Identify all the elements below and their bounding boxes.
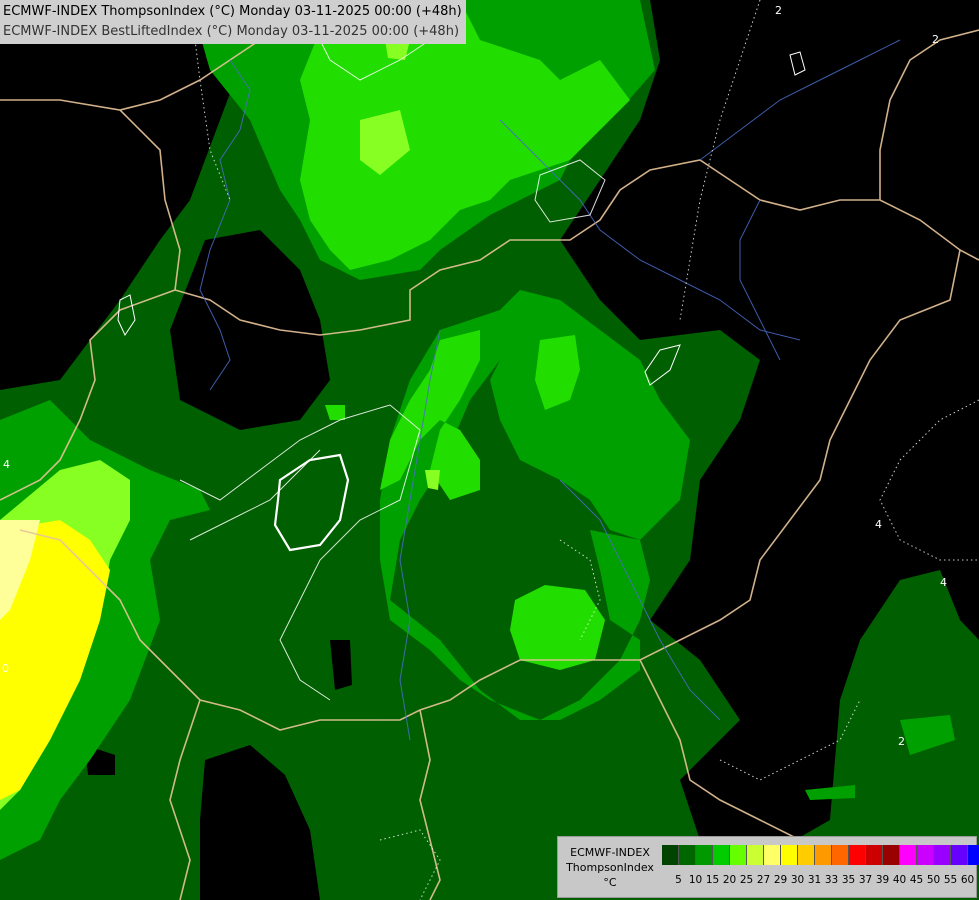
legend-tick-label: 25 [739, 874, 754, 886]
legend-label: ECMWF-INDEX ThompsonIndex °C [562, 845, 658, 890]
forecast-map-view: 4 2 0 2 4 4 2 ECMWF-INDEX ThompsonIndex … [0, 0, 979, 900]
legend-swatch [679, 845, 696, 865]
legend-tick-label: 15 [705, 874, 720, 886]
legend-tick-label: 37 [858, 874, 873, 886]
map-title-line-1: ECMWF-INDEX ThompsonIndex (°C) Monday 03… [3, 4, 462, 19]
legend-tick-label: 20 [722, 874, 737, 886]
legend-tick-label: 33 [824, 874, 839, 886]
legend-swatch [968, 845, 979, 865]
legend-tick-label: 55 [943, 874, 958, 886]
legend-swatch [713, 845, 730, 865]
legend-tick-label: 27 [756, 874, 771, 886]
legend-swatch [900, 845, 917, 865]
contour-label: 4 [875, 518, 882, 531]
legend-swatch [730, 845, 747, 865]
contour-label: 2 [898, 735, 905, 748]
legend-swatch [662, 845, 679, 865]
color-legend: ECMWF-INDEX ThompsonIndex °C 5 10 15 20 25 27… [557, 836, 979, 898]
legend-unit: °C [603, 876, 617, 889]
legend-swatch [815, 845, 832, 865]
contour-label: 2 [775, 4, 782, 17]
legend-tick-label: 35 [841, 874, 856, 886]
legend-swatch [849, 845, 866, 865]
legend-swatch [747, 845, 764, 865]
legend-tick-label: 31 [807, 874, 822, 886]
legend-tick-label: 60 [960, 874, 975, 886]
legend-tick-label: 50 [926, 874, 941, 886]
legend-swatch [832, 845, 849, 865]
contour-label: 2 [932, 33, 939, 46]
map-title-box: ECMWF-INDEX ThompsonIndex (°C) Monday 03… [0, 0, 466, 44]
legend-swatch [798, 845, 815, 865]
legend-tick-label: 40 [892, 874, 907, 886]
legend-tick-label: 10 [688, 874, 703, 886]
legend-model: ECMWF-INDEX [570, 846, 650, 859]
contour-label: 0 [2, 662, 9, 675]
legend-swatch [883, 845, 900, 865]
legend-ticks: 5 10 15 20 25 27 29 30 31 33 35 37 39 40 45 50 55 60 [662, 874, 974, 886]
contour-label: 4 [940, 576, 947, 589]
legend-parameter: ThompsonIndex [566, 861, 654, 874]
legend-swatch [781, 845, 798, 865]
legend-swatch [764, 845, 781, 865]
legend-color-bar [662, 845, 979, 865]
legend-swatch [934, 845, 951, 865]
legend-tick-label: 39 [875, 874, 890, 886]
legend-swatch [696, 845, 713, 865]
legend-swatch [866, 845, 883, 865]
legend-swatch [917, 845, 934, 865]
legend-tick-label: 45 [909, 874, 924, 886]
legend-tick-label: 30 [790, 874, 805, 886]
legend-tick-label: 5 [675, 874, 682, 886]
map-title-line-2: ECMWF-INDEX BestLiftedIndex (°C) Monday … [3, 24, 460, 39]
forecast-map: 4 2 0 2 4 4 2 [0, 0, 979, 900]
legend-swatch [951, 845, 968, 865]
contour-label: 4 [3, 458, 10, 471]
legend-tick-label: 29 [773, 874, 788, 886]
